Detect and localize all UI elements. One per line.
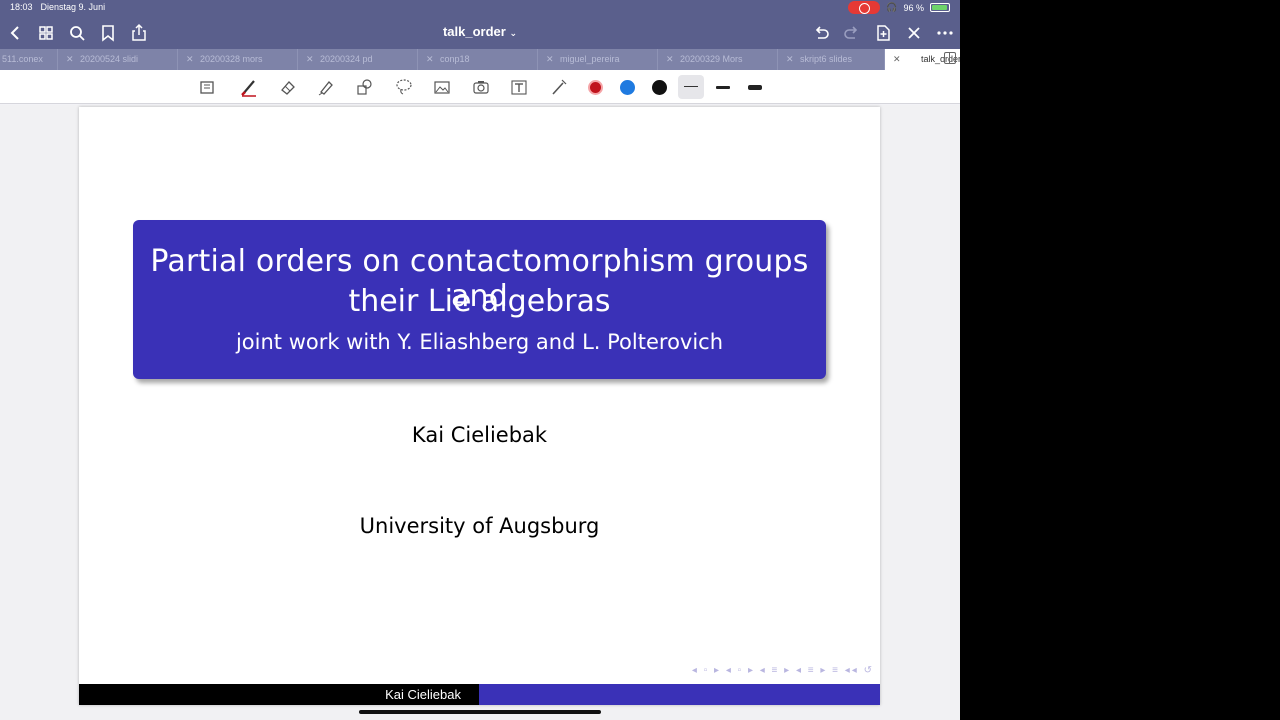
laser-pointer-icon[interactable] bbox=[549, 77, 569, 97]
split-view-icon[interactable] bbox=[944, 52, 956, 64]
ipad-screen: 18:03 Dienstag 9. Juni 🎧 96 % talk_order bbox=[0, 0, 960, 720]
slide-institute: University of Augsburg bbox=[359, 514, 600, 538]
status-date: Dienstag 9. Juni bbox=[40, 2, 106, 12]
document-title-label: talk_order bbox=[442, 24, 506, 39]
headphones-icon: 🎧 bbox=[886, 2, 898, 12]
stroke-thick[interactable] bbox=[748, 85, 762, 90]
tab-close-icon[interactable]: ✕ bbox=[186, 49, 194, 70]
stroke-thin-selected[interactable] bbox=[678, 75, 704, 99]
beamer-navigation-symbols[interactable]: ◂ ▫ ▸ ◂ ▫ ▸ ◂ ≡ ▸ ◂ ≡ ▸ ≡ ◂◂ ↺ bbox=[692, 665, 874, 676]
redo-icon[interactable] bbox=[841, 22, 863, 44]
slide-author: Kai Cieliebak bbox=[411, 423, 548, 447]
pen-icon[interactable] bbox=[239, 77, 259, 97]
chevron-down-icon: ⌄ bbox=[509, 28, 518, 38]
tab-document[interactable]: ✕ 20200524 slidi bbox=[58, 49, 178, 70]
tab-label: skript6 slides bbox=[800, 54, 853, 64]
slide-title-line2: their Lie algebras bbox=[348, 284, 611, 319]
annotation-toolbar bbox=[0, 70, 960, 104]
slide-subtitle: joint work with Y. Eliashberg and L. Pol… bbox=[235, 330, 724, 354]
tab-close-icon[interactable]: ✕ bbox=[306, 49, 314, 70]
tab-close-icon[interactable]: ✕ bbox=[66, 49, 74, 70]
lasso-icon[interactable] bbox=[394, 77, 414, 97]
text-box-icon[interactable] bbox=[509, 77, 529, 97]
camera-icon[interactable] bbox=[471, 77, 491, 97]
tab-close-icon[interactable]: ✕ bbox=[666, 49, 674, 70]
tab-label: 20200328 mors bbox=[200, 54, 263, 64]
tab-label: 20200329 Mors bbox=[680, 54, 743, 64]
title-block: Partial orders on contactomorphism group… bbox=[133, 220, 826, 379]
letterbox-area bbox=[960, 0, 1280, 720]
pdf-slide-page[interactable]: Partial orders on contactomorphism group… bbox=[79, 107, 880, 705]
tab-document[interactable]: ✕ miguel_pereira bbox=[538, 49, 658, 70]
tab-document[interactable]: ✕ skript6 slides bbox=[778, 49, 885, 70]
tab-document[interactable]: ✕ 20200329 Mors bbox=[658, 49, 778, 70]
tab-document[interactable]: ✕ 20200324 pd bbox=[298, 49, 418, 70]
more-icon[interactable] bbox=[934, 22, 956, 44]
image-icon[interactable] bbox=[432, 77, 452, 97]
tab-close-icon[interactable]: ✕ bbox=[546, 49, 554, 70]
footer-author: Kai Cieliebak bbox=[79, 684, 479, 705]
pen-color-red[interactable] bbox=[588, 80, 603, 95]
tab-label: miguel_pereira bbox=[560, 54, 620, 64]
tab-label: 20200524 slidi bbox=[80, 54, 139, 64]
shapes-icon[interactable] bbox=[355, 77, 375, 97]
eraser-icon[interactable] bbox=[278, 77, 298, 97]
pen-color-blue[interactable] bbox=[620, 80, 635, 95]
status-time: 18:03 bbox=[10, 2, 33, 12]
home-indicator[interactable] bbox=[359, 710, 601, 714]
status-bar: 18:03 Dienstag 9. Juni 🎧 96 % bbox=[0, 0, 960, 16]
slide-footer: Kai Cieliebak bbox=[79, 684, 880, 705]
undo-icon[interactable] bbox=[810, 22, 832, 44]
stroke-medium[interactable] bbox=[716, 86, 730, 89]
tab-close-icon[interactable]: ✕ bbox=[426, 49, 434, 70]
tab-label: 20200324 pd bbox=[320, 54, 373, 64]
document-tab-bar: 511.conex ✕ 20200524 slidi ✕ 20200328 mors… bbox=[0, 49, 960, 70]
battery-icon bbox=[930, 3, 950, 12]
tab-label: 511.conex bbox=[2, 54, 43, 64]
pen-color-black[interactable] bbox=[652, 80, 667, 95]
close-icon[interactable] bbox=[903, 22, 925, 44]
battery-percent: 96 % bbox=[903, 2, 924, 13]
tab-document[interactable]: ✕ conp18 bbox=[418, 49, 538, 70]
tab-close-icon[interactable]: ✕ bbox=[786, 49, 794, 70]
footer-title-bar bbox=[479, 684, 880, 705]
tab-document[interactable]: 511.conex bbox=[0, 49, 58, 70]
tab-label: conp18 bbox=[440, 54, 470, 64]
highlighter-icon[interactable] bbox=[316, 77, 336, 97]
tab-close-icon[interactable]: ✕ bbox=[893, 49, 901, 70]
read-mode-icon[interactable] bbox=[197, 77, 217, 97]
screen-recording-icon[interactable] bbox=[848, 1, 881, 14]
new-page-icon[interactable] bbox=[872, 22, 894, 44]
tab-document[interactable]: ✕ 20200328 mors bbox=[178, 49, 298, 70]
navigation-bar: talk_order ⌄ bbox=[0, 16, 960, 49]
